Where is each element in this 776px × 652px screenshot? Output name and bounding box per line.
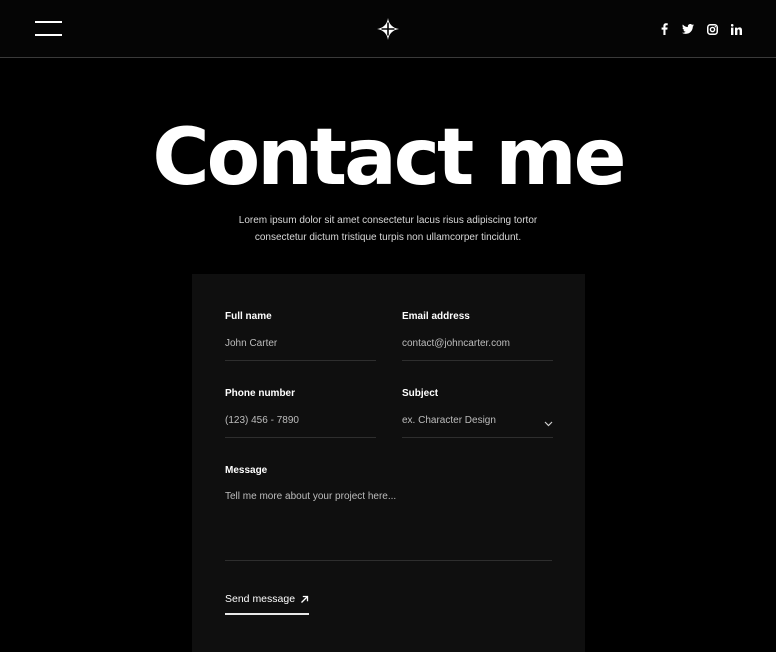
- full-name-input[interactable]: [225, 337, 376, 361]
- menu-line: [35, 21, 62, 23]
- send-message-label: Send message: [225, 593, 296, 605]
- site-header: [0, 0, 776, 58]
- facebook-icon[interactable]: [658, 22, 670, 36]
- page-subtitle: Lorem ipsum dolor sit amet consectetur l…: [200, 212, 576, 246]
- contact-form: Full name Email address Phone number Sub…: [192, 274, 585, 652]
- full-name-group: Full name: [225, 311, 376, 361]
- subject-label: Subject: [402, 388, 439, 399]
- page-title: Contact me: [152, 113, 626, 203]
- linkedin-icon[interactable]: [730, 22, 742, 36]
- phone-group: Phone number: [225, 388, 376, 438]
- message-group: Message: [225, 465, 552, 561]
- subtitle-line: consectetur dictum tristique turpis non …: [254, 232, 522, 243]
- arrow-up-right-icon: [301, 595, 309, 603]
- email-group: Email address: [402, 311, 553, 361]
- menu-line: [35, 34, 62, 36]
- phone-input[interactable]: [225, 414, 376, 438]
- subject-select[interactable]: [402, 414, 553, 438]
- social-links: [658, 21, 742, 37]
- hamburger-menu-icon[interactable]: [35, 20, 62, 38]
- subtitle-line: Lorem ipsum dolor sit amet consectetur l…: [238, 215, 538, 226]
- chevron-down-icon[interactable]: [544, 421, 553, 427]
- message-textarea[interactable]: [225, 491, 552, 561]
- message-label: Message: [225, 465, 268, 476]
- subject-group: Subject: [402, 388, 553, 438]
- four-point-star-logo-icon[interactable]: [377, 18, 399, 40]
- twitter-icon[interactable]: [682, 22, 694, 36]
- email-label: Email address: [402, 311, 470, 322]
- contact-page: Contact me Lorem ipsum dolor sit amet co…: [0, 0, 776, 652]
- phone-label: Phone number: [225, 388, 296, 399]
- instagram-icon[interactable]: [706, 22, 718, 36]
- send-message-button[interactable]: Send message: [225, 593, 310, 615]
- full-name-label: Full name: [225, 311, 272, 322]
- email-input[interactable]: [402, 337, 553, 361]
